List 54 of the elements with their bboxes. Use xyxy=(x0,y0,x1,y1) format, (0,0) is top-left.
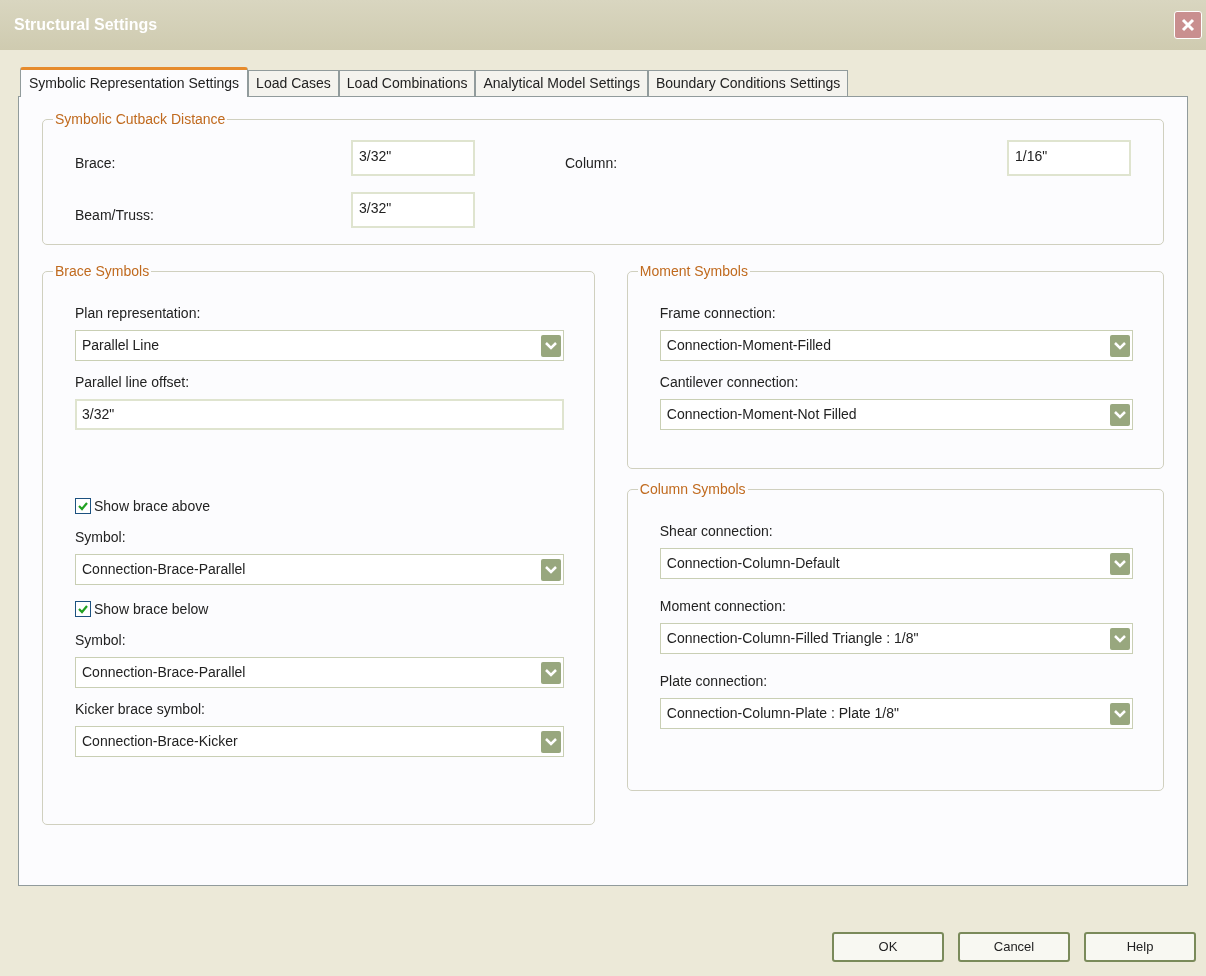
dropdown[interactable]: Connection-Brace-Parallel xyxy=(75,657,564,688)
field-label: Plan representation: xyxy=(75,304,202,323)
dropdown[interactable]: Connection-Brace-Kicker xyxy=(75,726,564,757)
field-label: Brace: xyxy=(75,153,116,173)
text-field[interactable]: 1/16" xyxy=(1007,140,1131,176)
text-field[interactable]: 3/32" xyxy=(351,192,475,228)
dropdown[interactable]: Parallel Line xyxy=(75,330,564,361)
dialog-button[interactable]: OK xyxy=(832,932,944,962)
checkbox-label[interactable]: Show brace below xyxy=(94,598,209,620)
field-label: Moment connection: xyxy=(659,597,787,616)
tab[interactable]: Load Cases xyxy=(248,70,339,96)
dropdown[interactable]: Connection-Moment-Filled xyxy=(659,330,1133,361)
dialog-button[interactable]: Help xyxy=(1084,932,1196,962)
dropdown-value: Connection-Brace-Kicker xyxy=(82,732,238,751)
group-title: Brace Symbols xyxy=(53,262,152,280)
field-label: Plate connection: xyxy=(659,672,769,691)
tab[interactable]: Symbolic Representation Settings xyxy=(20,67,249,97)
dropdown-value: Connection-Brace-Parallel xyxy=(82,560,246,579)
dropdown[interactable]: Connection-Brace-Parallel xyxy=(75,554,564,585)
dropdown-value: Connection-Column-Filled Triangle : 1/8" xyxy=(666,629,919,648)
group-title: Symbolic Cutback Distance xyxy=(53,110,228,128)
checkbox-label[interactable]: Show brace above xyxy=(94,495,210,517)
field-label: Symbol: xyxy=(75,528,127,547)
tab[interactable]: Boundary Conditions Settings xyxy=(647,70,849,96)
field-label: Column: xyxy=(565,153,618,173)
dropdown[interactable]: Connection-Column-Plate : Plate 1/8" xyxy=(659,698,1133,729)
dropdown-value: Connection-Brace-Parallel xyxy=(82,663,246,682)
close-button[interactable] xyxy=(1174,11,1202,39)
field-label: Cantilever connection: xyxy=(659,373,800,392)
dropdown-value: Connection-Column-Plate : Plate 1/8" xyxy=(666,704,899,723)
dropdown-value: Parallel Line xyxy=(82,336,160,355)
dropdown[interactable]: Connection-Column-Filled Triangle : 1/8" xyxy=(659,623,1133,654)
dropdown[interactable]: Connection-Column-Default xyxy=(659,548,1133,579)
group-title: Column Symbols xyxy=(637,480,748,498)
dialog-button[interactable]: Cancel xyxy=(958,932,1070,962)
field-label: Symbol: xyxy=(75,631,127,650)
group-title: Moment Symbols xyxy=(637,262,750,280)
window-title: Structural Settings xyxy=(14,15,158,35)
dropdown-value: Connection-Moment-Filled xyxy=(666,336,831,355)
text-field[interactable]: 3/32" xyxy=(351,140,475,176)
field-label: Shear connection: xyxy=(659,522,774,541)
checkbox[interactable] xyxy=(75,498,91,514)
dropdown-value: Connection-Column-Default xyxy=(666,554,840,573)
dropdown[interactable]: Connection-Moment-Not Filled xyxy=(659,399,1133,430)
field-label: Frame connection: xyxy=(659,304,777,323)
tab[interactable]: Analytical Model Settings xyxy=(475,70,648,96)
field-label: Parallel line offset: xyxy=(75,373,191,392)
dropdown-value: Connection-Moment-Not Filled xyxy=(666,405,857,424)
checkbox[interactable] xyxy=(75,601,91,617)
field-label: Kicker brace symbol: xyxy=(75,700,206,719)
close-icon[interactable] xyxy=(1180,17,1196,33)
field-label: Beam/Truss: xyxy=(75,205,154,225)
text-field[interactable]: 3/32" xyxy=(75,399,564,430)
tab[interactable]: Load Combinations xyxy=(338,70,476,96)
